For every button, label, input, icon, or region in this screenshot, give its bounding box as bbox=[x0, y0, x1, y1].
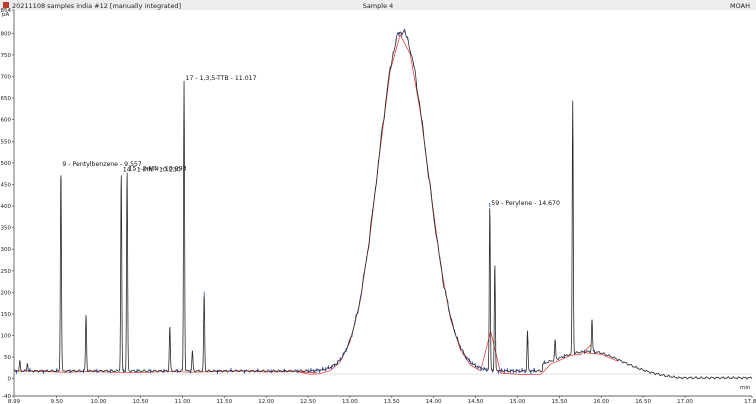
y-tick-label: 150 bbox=[1, 312, 12, 318]
x-axis-label: min bbox=[740, 385, 751, 391]
y-tick-label: 200 bbox=[1, 290, 12, 296]
y-tick-label: 500 bbox=[1, 161, 12, 167]
peak-label: 15 - 2-MN - 10.293 bbox=[129, 165, 187, 172]
x-tick-label: 12.50 bbox=[300, 399, 316, 404]
y-tick-label: 300 bbox=[1, 247, 12, 253]
x-tick-label: 16.50 bbox=[635, 399, 651, 404]
x-tick-label: 14.00 bbox=[426, 399, 442, 404]
x-tick-label: 14.50 bbox=[468, 399, 484, 404]
x-tick-label: 15.50 bbox=[551, 399, 567, 404]
x-tick-label: 9.50 bbox=[51, 399, 64, 404]
x-tick-label: 17.00 bbox=[677, 399, 693, 404]
y-tick-label: 400 bbox=[1, 204, 12, 210]
x-tick-label: 17.80 bbox=[744, 399, 756, 404]
x-tick-label: 15.00 bbox=[510, 399, 526, 404]
y-tick-label: 0 bbox=[8, 377, 12, 383]
x-tick-label: 12.00 bbox=[258, 399, 274, 404]
x-tick-label: 13.00 bbox=[342, 399, 358, 404]
x-tick-label: 13.50 bbox=[384, 399, 400, 404]
y-tick-label: 800 bbox=[1, 31, 12, 37]
y-tick-label: 250 bbox=[1, 269, 12, 275]
x-tick-label: 8.99 bbox=[8, 399, 21, 404]
peak-label: 17 - 1,3,5-TTB - 11.017 bbox=[186, 75, 257, 82]
y-tick-label: 50 bbox=[4, 355, 11, 361]
y-tick-label: 750 bbox=[1, 53, 12, 59]
y-tick-label: 100 bbox=[1, 334, 12, 340]
y-tick-label: 650 bbox=[1, 96, 12, 102]
detector-mode: MOAH bbox=[730, 2, 750, 10]
y-tick-label: 450 bbox=[1, 182, 12, 188]
peak-label: 59 - Perylene - 14.670 bbox=[491, 200, 560, 207]
x-tick-label: 11.00 bbox=[174, 399, 190, 404]
window-title: 20211108 samples india #12 [manually int… bbox=[12, 2, 181, 10]
y-tick-label: 600 bbox=[1, 118, 12, 124]
x-tick-label: 10.50 bbox=[133, 399, 149, 404]
x-tick-label: 11.50 bbox=[216, 399, 232, 404]
x-tick-label: 10.00 bbox=[91, 399, 107, 404]
y-tick-label: 854 bbox=[1, 8, 12, 14]
y-tick-label: 700 bbox=[1, 74, 12, 80]
x-tick-label: 16.00 bbox=[593, 399, 609, 404]
window-background bbox=[0, 0, 756, 404]
sample-name: Sample 4 bbox=[363, 2, 394, 10]
chromatogram-window: 20211108 samples india #12 [manually int… bbox=[0, 0, 756, 404]
y-tick-label: 550 bbox=[1, 139, 12, 145]
y-tick-label: 350 bbox=[1, 226, 12, 232]
